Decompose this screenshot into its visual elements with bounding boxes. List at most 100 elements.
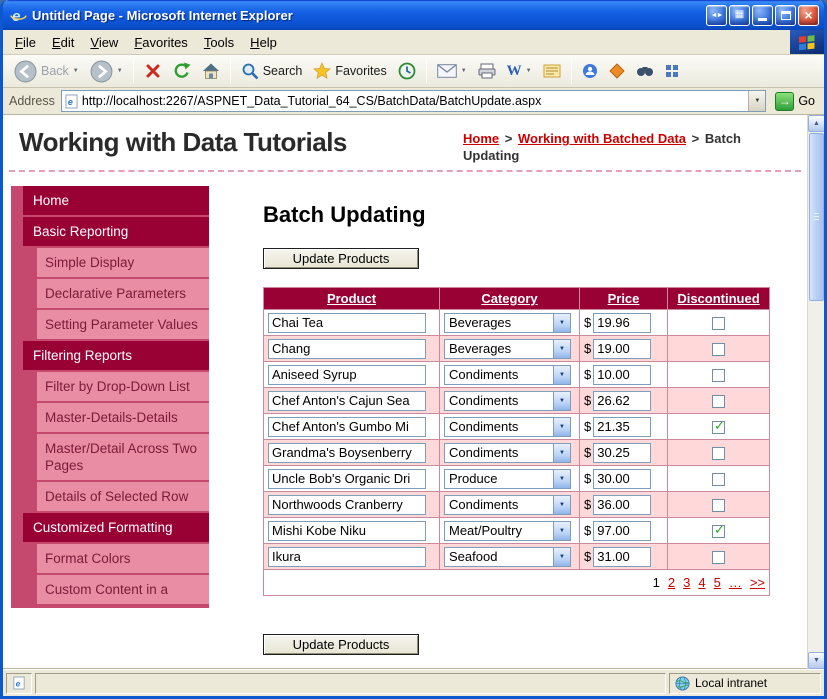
discontinued-checkbox[interactable] [712,499,725,513]
history-button[interactable] [393,57,421,85]
column-header-link[interactable]: Price [608,291,640,306]
price-input[interactable] [593,520,652,541]
menu-help[interactable]: Help [242,32,285,53]
category-select[interactable]: Condiments ▼ [444,364,571,385]
discuss-button[interactable] [538,57,566,85]
go-button[interactable]: → Go [772,91,818,111]
sidebar-item[interactable]: Custom Content in a [37,575,209,604]
pager-link[interactable]: 3 [683,575,690,590]
product-name-input[interactable] [268,442,426,463]
address-input[interactable]: e http://localhost:2267/ASPNET_Data_Tuto… [60,90,767,112]
product-name-input[interactable] [268,520,426,541]
column-header-discontinued[interactable]: Discontinued [667,287,770,310]
discontinued-checkbox[interactable] [712,317,725,331]
sidebar-item[interactable]: Details of Selected Row [37,482,209,511]
scroll-thumb[interactable] [809,133,824,301]
product-name-input[interactable] [268,416,426,437]
back-button[interactable]: Back ▼ [9,57,84,85]
category-select[interactable]: Produce ▼ [444,468,571,489]
menu-file[interactable]: File [7,32,44,53]
category-select[interactable]: Condiments ▼ [444,442,571,463]
breadcrumb-home-link[interactable]: Home [463,131,499,146]
product-name-input[interactable] [268,364,426,385]
discontinued-checkbox[interactable] [712,343,725,357]
print-button[interactable] [473,57,501,85]
stop-button[interactable] [139,57,167,85]
discontinued-checkbox[interactable] [712,369,725,383]
column-header-link[interactable]: Product [327,291,376,306]
pager-link[interactable]: 2 [668,575,675,590]
sidebar-item[interactable]: Filtering Reports [23,341,209,370]
update-products-button-bottom[interactable]: Update Products [263,634,419,655]
price-input[interactable] [593,494,652,515]
discontinued-checkbox[interactable] [712,551,725,565]
product-name-input[interactable] [268,494,426,515]
product-name-input[interactable] [268,546,426,567]
category-select[interactable]: Seafood ▼ [444,546,571,567]
messenger-button[interactable] [577,57,603,85]
discontinued-checkbox[interactable] [712,447,725,461]
discontinued-checkbox[interactable]: ✓ [712,419,725,435]
sidebar-item[interactable]: Master-Details-Details [37,403,209,432]
breadcrumb-section-link[interactable]: Working with Batched Data [518,131,686,146]
discontinued-checkbox[interactable] [712,395,725,409]
price-input[interactable] [593,468,652,489]
address-dropdown-button[interactable]: ▼ [748,91,766,111]
vertical-scrollbar[interactable]: ▲ ▼ [807,115,824,669]
favorites-button[interactable]: Favorites [308,57,391,85]
update-products-button-top[interactable]: Update Products [263,248,419,269]
pager-link[interactable]: … [729,575,742,590]
window-grid-button[interactable]: ▦ [729,4,750,26]
pager-link[interactable]: 4 [698,575,705,590]
sidebar-item[interactable]: Basic Reporting [23,217,209,246]
column-header-category[interactable]: Category [439,287,580,310]
sidebar-item[interactable]: Setting Parameter Values [37,310,209,339]
product-name-input[interactable] [268,338,426,359]
scroll-down-button[interactable]: ▼ [808,652,824,669]
price-input[interactable] [593,312,652,333]
sidebar-item[interactable]: Master/Detail Across Two Pages [37,434,209,480]
price-input[interactable] [593,390,652,411]
menu-tools[interactable]: Tools [196,32,242,53]
scroll-up-button[interactable]: ▲ [808,115,824,132]
close-button[interactable]: × [798,4,819,26]
sidebar-item[interactable]: Format Colors [37,544,209,573]
pager-link[interactable]: 5 [714,575,721,590]
mail-button[interactable]: ▼ [432,57,472,85]
column-header-price[interactable]: Price [579,287,668,310]
price-input[interactable] [593,416,652,437]
column-header-product[interactable]: Product [263,287,440,310]
menu-favorites[interactable]: Favorites [126,32,195,53]
menu-view[interactable]: View [82,32,126,53]
product-name-input[interactable] [268,312,426,333]
category-select[interactable]: Meat/Poultry ▼ [444,520,571,541]
category-select[interactable]: Condiments ▼ [444,390,571,411]
product-name-input[interactable] [268,468,426,489]
edit-button[interactable]: W ▼ [502,57,537,85]
search-button[interactable]: Search [236,57,308,85]
discontinued-checkbox[interactable] [712,473,725,487]
price-input[interactable] [593,338,652,359]
home-button[interactable] [197,57,225,85]
sidebar-item[interactable]: Filter by Drop-Down List [37,372,209,401]
price-input[interactable] [593,442,652,463]
category-select[interactable]: Beverages ▼ [444,312,571,333]
pager-link[interactable]: >> [750,575,765,590]
discontinued-checkbox[interactable]: ✓ [712,523,725,539]
sidebar-item[interactable]: Declarative Parameters [37,279,209,308]
category-select[interactable]: Condiments ▼ [444,416,571,437]
column-header-link[interactable]: Category [481,291,537,306]
category-select[interactable]: Beverages ▼ [444,338,571,359]
product-name-input[interactable] [268,390,426,411]
price-input[interactable] [593,546,652,567]
forward-button[interactable]: ▼ [85,57,128,85]
menu-edit[interactable]: Edit [44,32,82,53]
media-button[interactable] [604,57,630,85]
sidebar-item[interactable]: Simple Display [37,248,209,277]
category-select[interactable]: Condiments ▼ [444,494,571,515]
price-input[interactable] [593,364,652,385]
column-header-link[interactable]: Discontinued [677,291,759,306]
sidebar-item[interactable]: Customized Formatting [23,513,209,542]
research-button[interactable] [631,57,659,85]
sidebar-item[interactable]: Home [23,186,209,215]
